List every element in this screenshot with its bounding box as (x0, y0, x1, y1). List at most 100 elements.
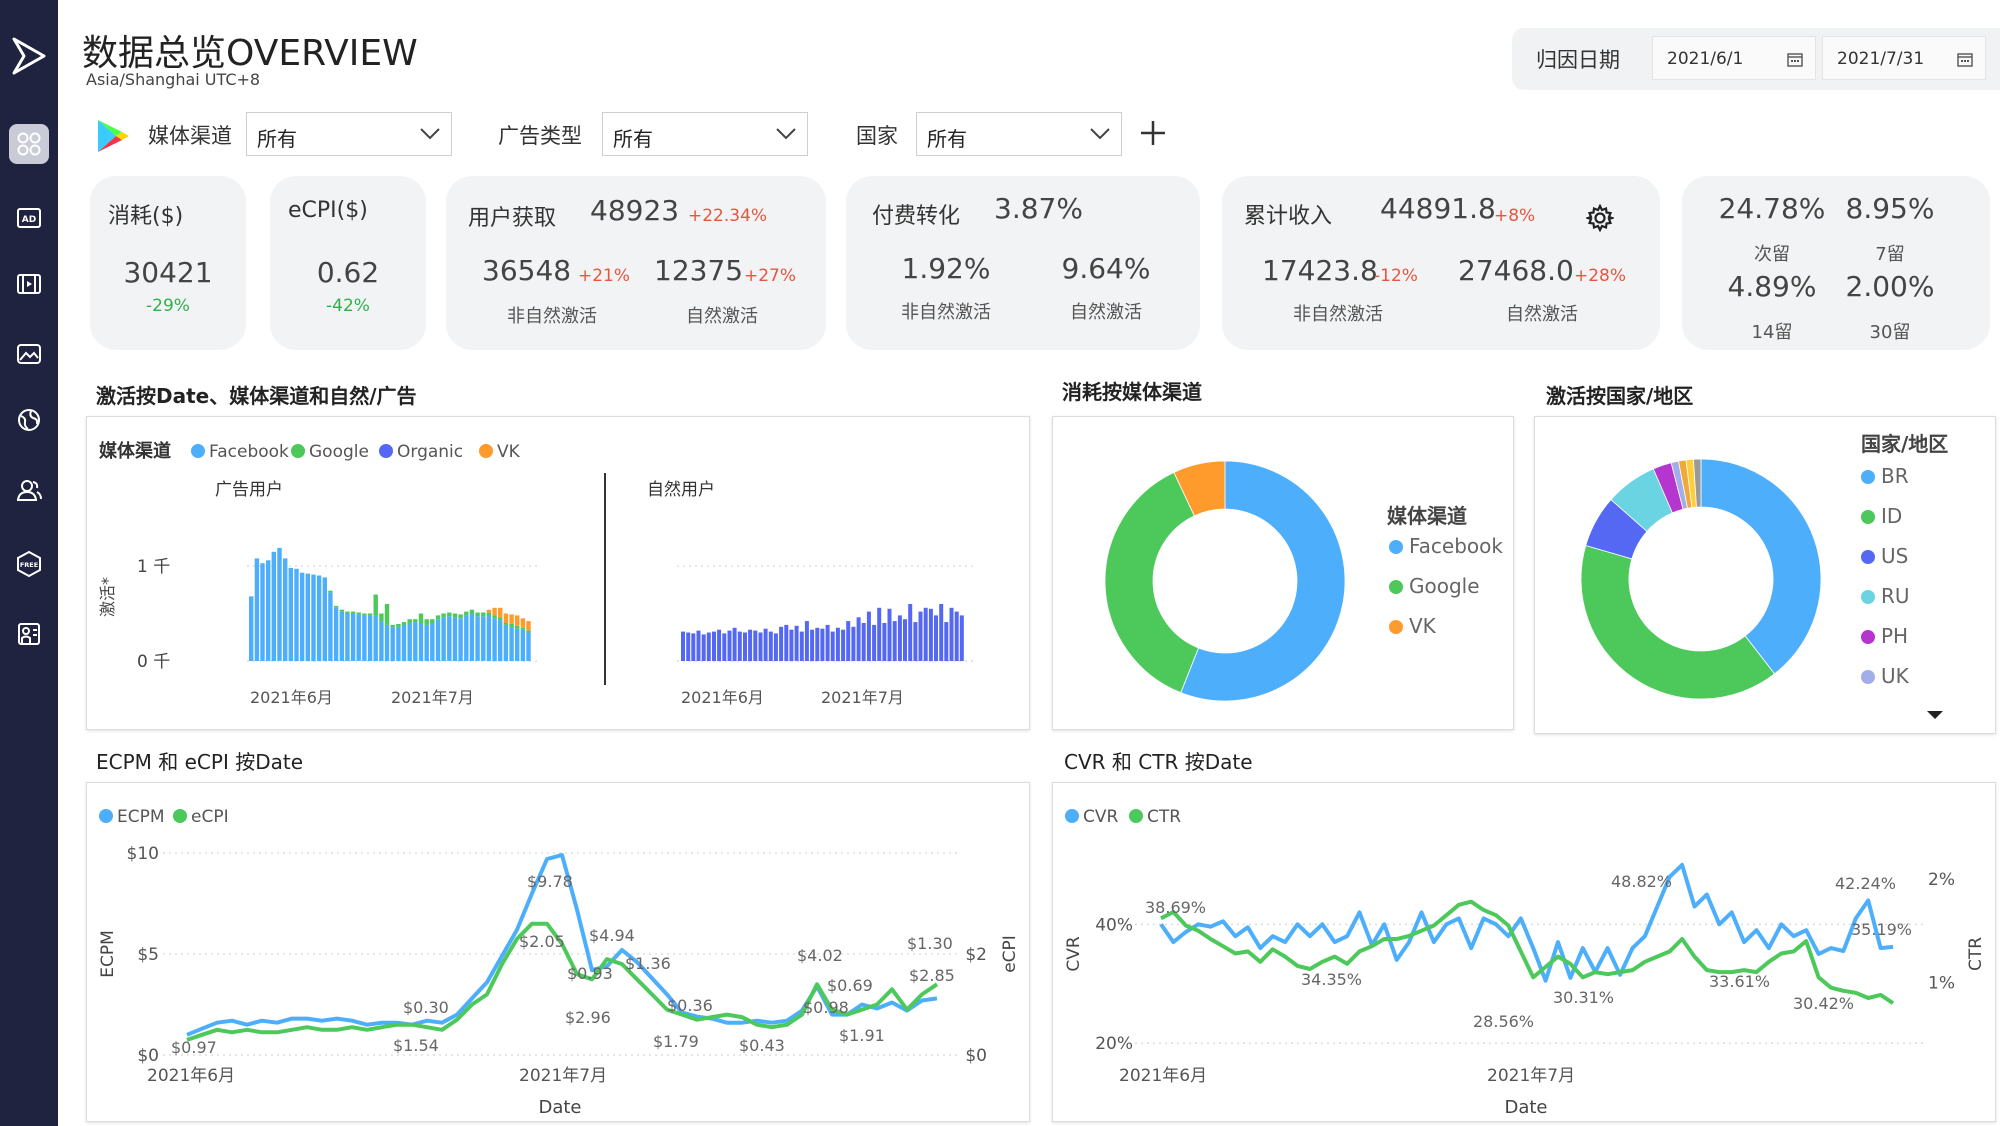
logo-play-icon[interactable] (10, 36, 48, 76)
bar (686, 632, 691, 661)
legend-marker-ecpi (173, 809, 187, 823)
legend-label-organic: Organic (397, 442, 463, 462)
end-date-input[interactable]: 2021/7/31 (1822, 36, 1986, 80)
game-icon[interactable] (9, 614, 49, 654)
filter-adtype-label: 广告类型 (498, 124, 582, 148)
users-icon[interactable] (9, 470, 49, 510)
data-label: $4.94 (589, 926, 635, 945)
legend-marker-us (1861, 550, 1875, 564)
legend-label-cvr: CVR (1083, 807, 1118, 827)
legend-marker-facebook (191, 444, 205, 458)
x-tick-label: 2021年7月 (391, 688, 474, 707)
y-tick-label: $0 (137, 1046, 159, 1066)
legend-marker-br (1861, 470, 1875, 484)
google-play-icon (98, 120, 129, 152)
bar (373, 615, 378, 661)
bar (441, 617, 446, 661)
chevron-down-icon (420, 128, 440, 140)
bar (526, 630, 531, 633)
bar (452, 613, 458, 618)
bar (804, 621, 809, 661)
x-tick-label: 2021年6月 (681, 688, 764, 707)
legend-label-uk: UK (1881, 664, 1910, 688)
bar (722, 633, 727, 661)
gear-icon[interactable] (1586, 204, 1614, 232)
legend-marker-google (291, 444, 305, 458)
calendar-icon[interactable] (1957, 51, 1973, 67)
bar (299, 572, 305, 661)
country-slice (1580, 545, 1776, 700)
bar (515, 625, 520, 629)
add-filter-button[interactable] (1138, 118, 1168, 148)
bar (815, 627, 820, 662)
image-icon[interactable] (9, 334, 49, 374)
globe-icon[interactable] (9, 400, 49, 440)
kpi-retention-d14-value: 4.89% (1727, 270, 1817, 303)
kpi-acquisition-organic-change: +27% (744, 266, 797, 286)
video-icon[interactable] (9, 264, 49, 304)
bar (260, 563, 265, 661)
kpi-acquisition-organic: 12375 (654, 254, 744, 287)
filter-country-select[interactable]: 所有 (916, 112, 1122, 156)
bar (913, 622, 918, 662)
legend-label-us: US (1881, 544, 1908, 568)
ecpm-line-chart: ECPM eCPI $0 $5 $10 $0 $2 ECPM eCPI Date 2021年6月 20… (98, 807, 1020, 1118)
data-label: $2.05 (519, 932, 565, 951)
kpi-spend-title: 消耗($) (108, 204, 184, 229)
legend-label-ru: RU (1881, 584, 1910, 608)
legend-marker-ctr (1129, 809, 1143, 823)
kpi-acquisition-organic-label: 自然激活 (686, 306, 758, 327)
kpi-revenue-paid-label: 非自然激活 (1293, 304, 1383, 325)
bar (717, 629, 722, 662)
bar (492, 615, 497, 619)
data-label: $0.97 (171, 1038, 217, 1057)
bar (959, 615, 964, 661)
bar (779, 626, 784, 661)
bar (475, 612, 480, 617)
bar (441, 613, 446, 618)
bar (430, 623, 435, 661)
timezone-label: Asia/Shanghai UTC+8 (86, 70, 261, 89)
x-tick-label: 2021年6月 (1119, 1066, 1207, 1086)
bar (789, 629, 794, 662)
bar (418, 623, 424, 661)
bar (379, 613, 384, 622)
kpi-ecpi-change: -42% (326, 296, 370, 316)
panel-title: 广告用户 (215, 480, 283, 500)
chevron-down-icon (776, 128, 796, 140)
kpi-revenue-total-change: +8% (1494, 206, 1536, 226)
calendar-icon[interactable] (1787, 51, 1803, 67)
country-chart-panel: 国家/地区 BR ID US RU PH UK (1534, 416, 1996, 734)
data-label: $0.98 (803, 998, 849, 1017)
free-badge-icon[interactable]: FREE (9, 544, 49, 584)
kpi-conversion-title: 付费转化 (872, 204, 961, 229)
dashboard-icon[interactable] (9, 124, 49, 164)
bar (288, 567, 293, 661)
x-tick-label: 2021年7月 (519, 1066, 607, 1086)
kpi-conversion-paid: 1.92% (901, 252, 991, 285)
start-date-input[interactable]: 2021/6/1 (1652, 36, 1816, 80)
bar (732, 627, 737, 662)
bar (305, 573, 310, 661)
y-tick-label: 0 千 (137, 652, 170, 672)
bar (435, 619, 441, 661)
y-axis-label: CVR (1064, 936, 1084, 971)
data-label: $0.43 (739, 1036, 785, 1055)
data-label: $2.96 (565, 1008, 611, 1027)
bar (820, 628, 825, 661)
bar (934, 615, 938, 661)
data-label: $0.36 (667, 996, 713, 1015)
bar (469, 609, 475, 614)
bar (498, 620, 503, 662)
filter-adtype-select[interactable]: 所有 (602, 112, 808, 156)
legend-marker-facebook (1389, 540, 1403, 554)
x-axis-label: Date (1504, 1097, 1547, 1118)
bar (350, 613, 356, 661)
data-label: 33.61% (1709, 972, 1770, 991)
kpi-acquisition-total: 48923 (590, 194, 680, 227)
ad-icon[interactable]: AD (9, 198, 49, 238)
filter-channel-select[interactable]: 所有 (246, 112, 452, 156)
bar (954, 611, 959, 661)
page-title: 数据总览OVERVIEW (82, 33, 418, 74)
bar (520, 629, 526, 662)
